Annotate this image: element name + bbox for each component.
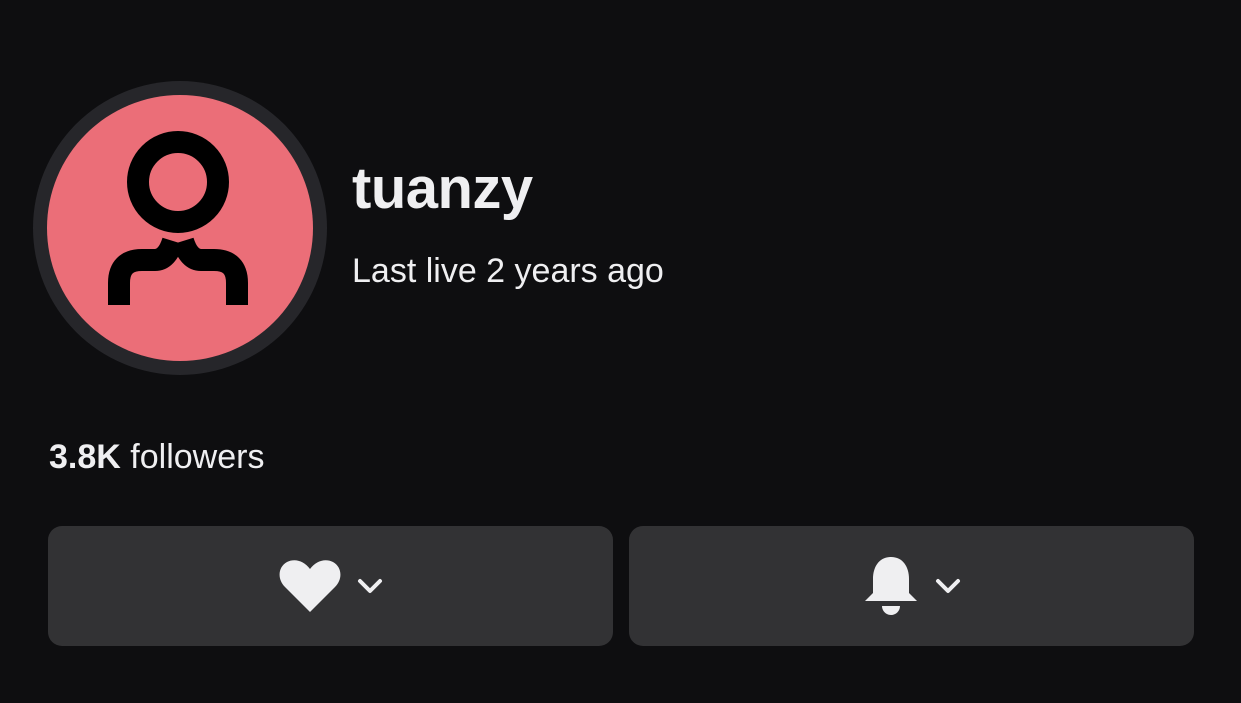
notifications-button[interactable] (629, 526, 1194, 646)
bell-icon (863, 555, 919, 617)
channel-name: tuanzy (352, 156, 533, 221)
last-live-status: Last live 2 years ago (352, 252, 664, 290)
avatar[interactable] (33, 81, 327, 375)
channel-header: tuanzy Last live 2 years ago 3.8K follow… (0, 0, 1241, 703)
avatar-image (47, 95, 313, 361)
followers-label: followers (130, 438, 265, 476)
heart-icon (279, 559, 341, 613)
chevron-down-icon (357, 578, 383, 594)
chevron-down-icon (935, 578, 961, 594)
followers-count: 3.8K (49, 438, 121, 476)
followers-stat: 3.8K followers (49, 440, 264, 474)
follow-button[interactable] (48, 526, 613, 646)
user-silhouette-icon (108, 131, 248, 305)
